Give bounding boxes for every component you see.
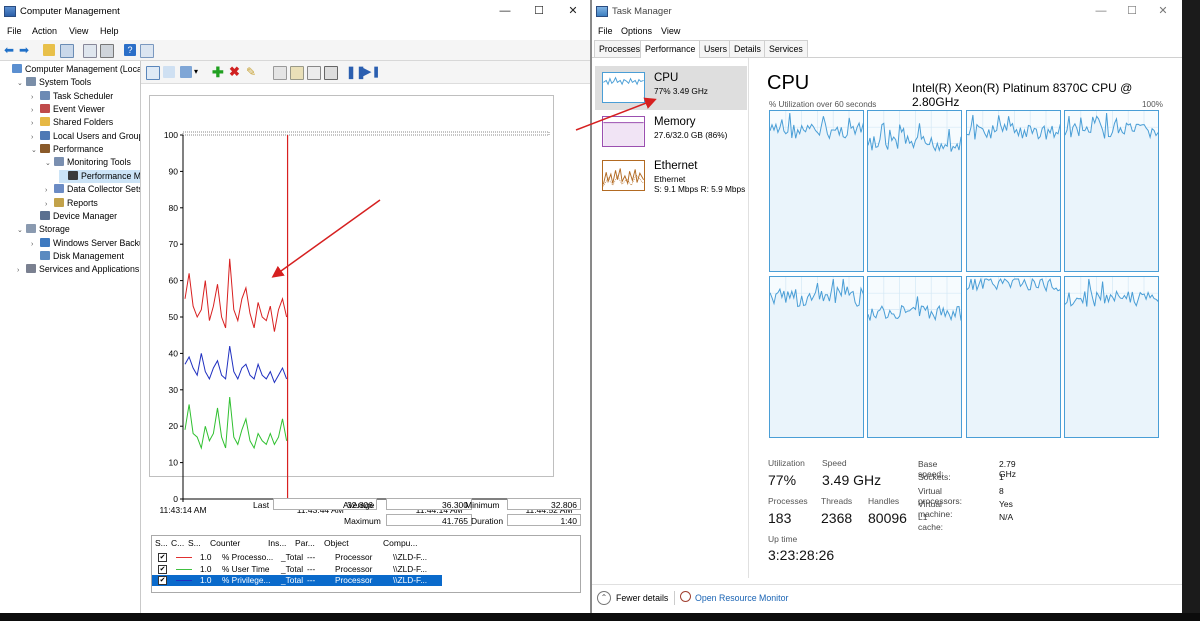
- annotation-arrow-perfmon: [271, 199, 381, 278]
- annotation-layer: [271, 97, 657, 278]
- annotation-arrow-cpu: [575, 97, 657, 131]
